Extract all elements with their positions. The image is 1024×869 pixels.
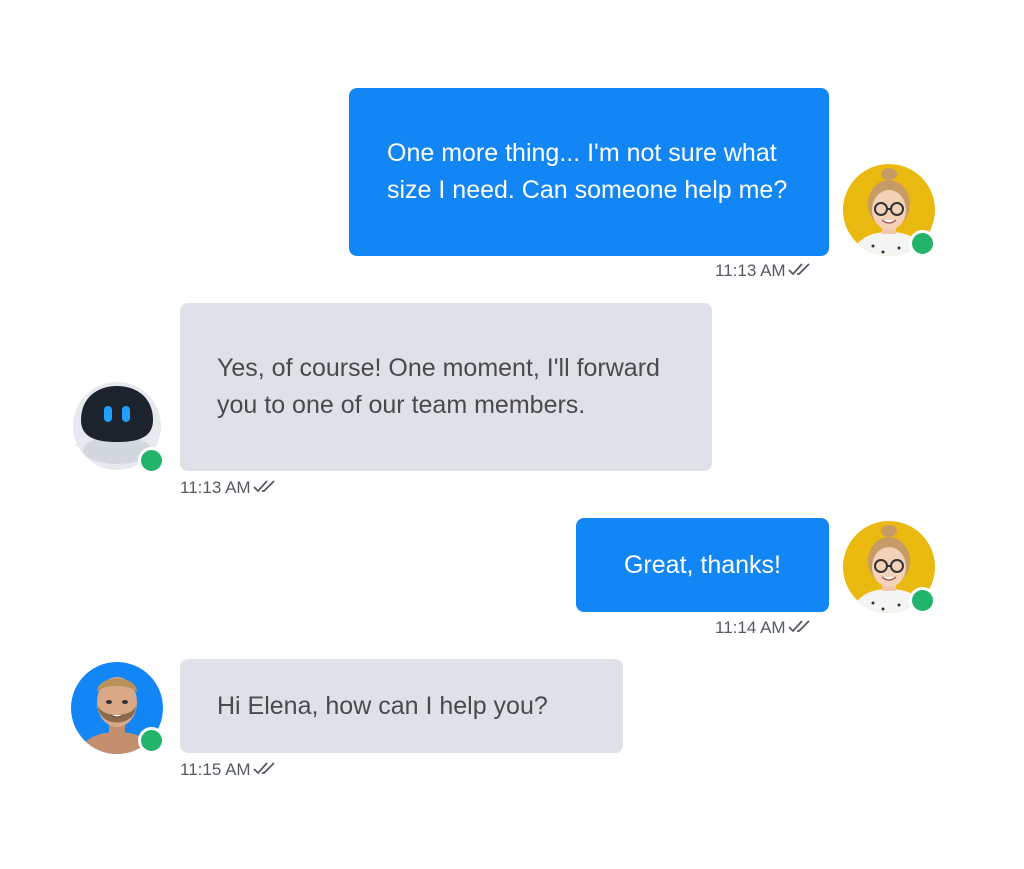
agent-avatar[interactable]	[71, 662, 165, 754]
message-bubble-outgoing: One more thing... I'm not sure what size…	[349, 88, 829, 256]
timestamp-text: 11:14 AM	[715, 618, 786, 637]
message-timestamp: 11:13 AM	[715, 261, 814, 281]
bot-avatar[interactable]	[71, 380, 165, 474]
message-bubble-incoming: Yes, of course! One moment, I'll forward…	[180, 303, 712, 471]
timestamp-text: 11:13 AM	[180, 478, 251, 497]
message-text: Yes, of course! One moment, I'll forward…	[217, 354, 660, 419]
online-status-indicator	[909, 230, 936, 257]
message-timestamp: 11:15 AM	[180, 760, 279, 780]
customer-avatar[interactable]	[843, 521, 936, 614]
message-bubble-outgoing: Great, thanks!	[576, 518, 829, 612]
double-check-icon	[252, 478, 279, 498]
customer-avatar[interactable]	[843, 164, 936, 257]
online-status-indicator	[138, 727, 165, 754]
double-check-icon	[787, 261, 814, 281]
online-status-indicator	[909, 587, 936, 614]
message-timestamp: 11:13 AM	[180, 478, 279, 498]
message-timestamp: 11:14 AM	[715, 618, 814, 638]
message-text: Great, thanks!	[623, 550, 782, 579]
message-text: One more thing... I'm not sure what size…	[387, 139, 788, 204]
timestamp-text: 11:15 AM	[180, 760, 251, 779]
double-check-icon	[787, 618, 814, 638]
double-check-icon	[252, 760, 279, 780]
message-text: Hi Elena, how can I help you?	[217, 691, 548, 720]
timestamp-text: 11:13 AM	[715, 261, 786, 280]
message-bubble-incoming: Hi Elena, how can I help you?	[180, 659, 623, 753]
online-status-indicator	[138, 447, 165, 474]
